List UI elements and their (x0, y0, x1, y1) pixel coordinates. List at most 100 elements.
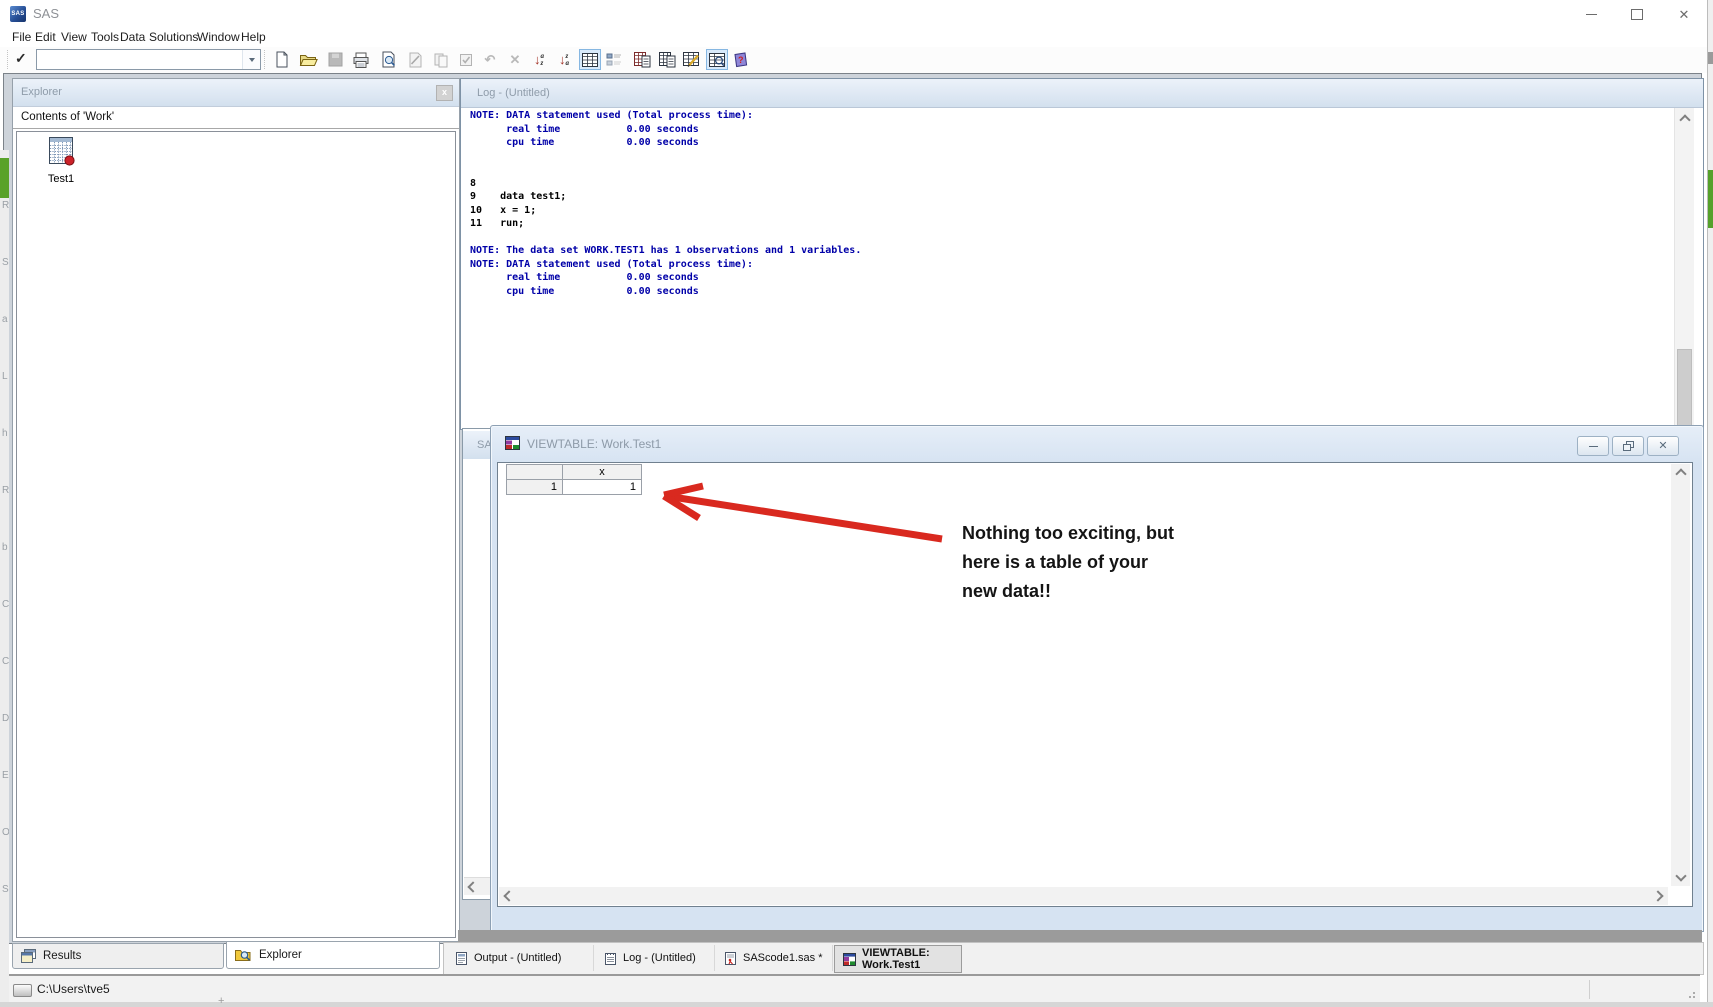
viewtable-vertical-scrollbar[interactable] (1671, 464, 1690, 886)
new-document-button[interactable] (270, 49, 292, 70)
sort-descending-button[interactable]: ↓za (553, 49, 575, 70)
screen: SAS SAS ✕ File Edit View Tools Data Solu… (0, 0, 1713, 1007)
annotation-text: Nothing too exciting, but here is a tabl… (962, 519, 1242, 606)
menu-tools[interactable]: Tools (91, 28, 119, 47)
title-bar[interactable]: SAS SAS ✕ (0, 0, 1707, 28)
client-gap-strip (458, 930, 1702, 942)
log-title-bar[interactable]: Log - (Untitled) (461, 79, 1703, 108)
open-folder-icon (299, 52, 318, 67)
minimize-button[interactable] (1574, 0, 1608, 28)
sort-ascending-button[interactable]: ↓az (528, 49, 550, 70)
log-scrollbar-thumb[interactable] (1677, 349, 1692, 430)
menu-data[interactable]: Data (120, 28, 145, 47)
data-table[interactable]: x 1 1 (506, 464, 642, 495)
select-checkbox-button[interactable] (455, 49, 477, 70)
table-edit-icon (683, 52, 700, 67)
explorer-title-bar[interactable]: Explorer (13, 79, 459, 107)
save-button[interactable] (324, 49, 346, 70)
column-header-x[interactable]: x (563, 465, 642, 480)
viewtable-title-icon (505, 436, 520, 455)
scroll-right-icon[interactable] (1652, 890, 1663, 901)
taskbar-button-viewtable[interactable]: VIEWTABLE: Work.Test1 (834, 945, 962, 973)
close-button[interactable]: ✕ (1666, 0, 1702, 28)
copy-button[interactable] (430, 49, 452, 70)
open-button[interactable] (297, 49, 319, 70)
left-edge-letters: RSaLhRbCCDEOS (0, 200, 9, 941)
viewtable-horizontal-scrollbar[interactable] (499, 887, 1668, 905)
sort-ascending-icon: ↓az (534, 53, 544, 66)
taskbar-button-output[interactable]: Output - (Untitled) (447, 945, 594, 971)
green-block-icon (1708, 170, 1713, 228)
combobox-dropdown-button[interactable] (242, 50, 260, 69)
value-cell[interactable]: 1 (563, 480, 642, 495)
dataset-item-test1[interactable]: Test1 (33, 136, 89, 185)
scroll-up-icon[interactable] (1679, 114, 1690, 125)
tab-explorer[interactable]: Explorer (226, 941, 440, 969)
log-body[interactable]: NOTE: DATA statement used (Total process… (461, 108, 1703, 429)
table-query-button[interactable] (706, 49, 728, 70)
row-number-header[interactable] (507, 465, 563, 480)
clear-button[interactable]: ✕ (504, 49, 526, 70)
background-window-right-sliver (1708, 0, 1713, 1007)
menu-view[interactable]: View (61, 28, 87, 47)
scroll-up-icon[interactable] (1675, 468, 1686, 479)
table-row: 1 1 (507, 480, 642, 495)
table-header-row: x (507, 465, 642, 480)
table-edit-button[interactable] (680, 49, 702, 70)
scroll-left-icon[interactable] (503, 890, 514, 901)
menu-edit[interactable]: Edit (35, 28, 56, 47)
run-check-icon[interactable]: ✓ (15, 50, 27, 67)
menu-window[interactable]: Window (197, 28, 240, 47)
menu-help[interactable]: Help (241, 28, 266, 47)
sas-editor-icon (724, 952, 737, 965)
print-preview-button[interactable] (377, 49, 399, 70)
sascode-window-peek[interactable]: SA (462, 428, 491, 900)
command-combobox[interactable] (36, 49, 261, 70)
tab-explorer-label: Explorer (259, 949, 302, 961)
scroll-down-icon[interactable] (1675, 870, 1686, 881)
undo-button[interactable]: ↶ (479, 49, 501, 70)
viewtable-title: VIEWTABLE: Work.Test1 (527, 426, 661, 462)
dataset-table-icon (48, 136, 75, 167)
viewtable-restore-button[interactable] (1612, 436, 1644, 456)
taskbar-button-sascode[interactable]: SAScode1.sas * (716, 945, 833, 971)
toolbar-separator (264, 50, 265, 69)
explorer-close-button[interactable]: x (436, 85, 453, 101)
svg-text:?: ? (738, 55, 744, 65)
help-button[interactable]: ? (729, 49, 751, 70)
log-title: Log - (Untitled) (477, 87, 550, 99)
command-input[interactable] (37, 50, 242, 69)
maximize-button[interactable] (1620, 0, 1654, 28)
print-button[interactable] (350, 49, 372, 70)
menu-file[interactable]: File (12, 28, 31, 47)
table-view-icon (582, 53, 598, 67)
form-view-button[interactable] (603, 49, 625, 70)
maximize-icon (1631, 9, 1643, 20)
viewtable-close-button[interactable]: ✕ (1647, 436, 1679, 456)
background-window-left-sliver: RSaLhRbCCDEOS (0, 150, 9, 1007)
table-view-button[interactable] (579, 49, 601, 70)
sas-main-window: SAS SAS ✕ File Edit View Tools Data Solu… (0, 0, 1708, 1002)
taskbar-button-label: Output - (Untitled) (474, 952, 561, 964)
table-paste-button[interactable] (656, 49, 678, 70)
edit-note-button[interactable] (404, 49, 426, 70)
menu-solutions[interactable]: Solutions (149, 28, 198, 47)
resize-grip[interactable] (1685, 988, 1695, 998)
table-copy-button[interactable] (631, 49, 653, 70)
scroll-left-icon[interactable] (467, 881, 478, 892)
dataset-item-label: Test1 (33, 173, 89, 185)
sascode-hscrollbar[interactable] (464, 877, 491, 895)
gray-block-icon (1708, 52, 1713, 64)
log-vertical-scrollbar[interactable] (1674, 108, 1694, 429)
sas-app-icon: SAS (10, 6, 26, 22)
minimize-icon (1586, 14, 1597, 15)
viewtable-minimize-button[interactable] (1577, 436, 1609, 456)
tab-results[interactable]: Results (12, 943, 224, 969)
taskbar-button-label: VIEWTABLE: Work.Test1 (862, 947, 961, 971)
save-icon (328, 52, 343, 67)
row-number-cell[interactable]: 1 (507, 480, 563, 495)
print-icon (352, 52, 370, 68)
taskbar-button-log[interactable]: Log - (Untitled) (596, 945, 715, 971)
new-document-icon (273, 51, 290, 68)
annotation-line-1: Nothing too exciting, but (962, 519, 1242, 548)
